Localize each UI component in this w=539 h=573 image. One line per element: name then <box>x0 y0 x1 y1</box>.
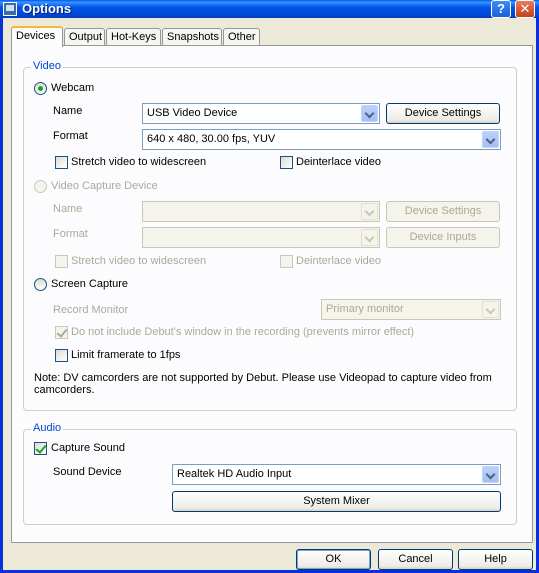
exclude-window-label: Do not include Debut's window in the rec… <box>71 326 415 338</box>
capture-device-radio[interactable] <box>34 180 47 193</box>
help-title-button[interactable]: ? <box>491 0 511 18</box>
chevron-down-icon <box>482 131 499 148</box>
webcam-label: Webcam <box>51 82 95 94</box>
exclude-window-checkbox[interactable] <box>55 326 68 339</box>
capture-device-inputs-button[interactable]: Device Inputs <box>386 227 500 248</box>
capture-stretch-checkbox[interactable] <box>55 255 68 268</box>
capture-sound-label: Capture Sound <box>51 442 125 454</box>
limit-framerate-checkbox[interactable] <box>55 349 68 362</box>
sound-device-label: Sound Device <box>53 466 122 478</box>
webcam-device-settings-button[interactable]: Device Settings <box>386 103 500 124</box>
audio-group: Audio Capture Sound Sound Device Realtek… <box>23 422 517 525</box>
capture-deinterlace-checkbox[interactable] <box>280 255 293 268</box>
capture-deinterlace-label: Deinterlace video <box>296 255 381 267</box>
audio-group-label: Audio <box>31 422 64 434</box>
screen-capture-label: Screen Capture <box>51 278 129 290</box>
sound-device-dropdown[interactable]: Realtek HD Audio Input <box>172 464 501 485</box>
ok-button[interactable]: OK <box>296 549 371 570</box>
webcam-stretch-label: Stretch video to widescreen <box>71 156 207 168</box>
record-monitor-label: Record Monitor <box>53 304 129 316</box>
webcam-deinterlace-label: Deinterlace video <box>296 156 381 168</box>
webcam-format-value: 640 x 480, 30.00 fps, YUV <box>147 133 276 145</box>
app-icon <box>3 2 17 16</box>
capture-device-label: Video Capture Device <box>51 180 158 192</box>
webcam-name-value: USB Video Device <box>147 107 238 119</box>
dv-camcorder-note: Note: DV camcorders are not supported by… <box>34 372 492 396</box>
tab-devices[interactable]: Devices <box>11 26 63 47</box>
capture-format-label: Format <box>53 228 88 240</box>
capture-name-dropdown[interactable] <box>142 201 380 222</box>
close-title-button[interactable]: ✕ <box>515 0 535 18</box>
cancel-button[interactable]: Cancel <box>378 549 453 570</box>
chevron-down-icon <box>482 466 499 483</box>
sound-device-value: Realtek HD Audio Input <box>177 468 292 480</box>
video-group: Video Webcam Name USB Video Device Devic… <box>23 60 517 411</box>
capture-device-settings-button[interactable]: Device Settings <box>386 201 500 222</box>
video-group-label: Video <box>31 60 63 72</box>
tab-snapshots[interactable]: Snapshots <box>162 28 222 46</box>
chevron-down-icon <box>361 105 378 122</box>
webcam-format-dropdown[interactable]: 640 x 480, 30.00 fps, YUV <box>142 129 501 150</box>
chevron-down-icon <box>361 229 378 246</box>
capture-name-label: Name <box>53 203 83 215</box>
help-button[interactable]: Help <box>458 549 533 570</box>
webcam-format-label: Format <box>53 130 88 142</box>
chevron-down-icon <box>482 301 499 318</box>
tab-hot-keys[interactable]: Hot-Keys <box>106 28 161 46</box>
webcam-name-dropdown[interactable]: USB Video Device <box>142 103 380 124</box>
chevron-down-icon <box>361 203 378 220</box>
record-monitor-value: Primary monitor <box>326 303 404 315</box>
options-window: Options ? ✕ Devices Output Hot-Keys Snap… <box>0 0 539 573</box>
system-mixer-button[interactable]: System Mixer <box>172 491 501 512</box>
tab-output[interactable]: Output <box>64 28 105 46</box>
webcam-radio[interactable] <box>34 82 47 95</box>
screen-capture-radio[interactable] <box>34 278 47 291</box>
capture-format-dropdown[interactable] <box>142 227 380 248</box>
capture-stretch-label: Stretch video to widescreen <box>71 255 207 267</box>
tab-other[interactable]: Other <box>223 28 260 46</box>
window-title: Options <box>22 1 72 16</box>
record-monitor-dropdown[interactable]: Primary monitor <box>321 299 501 320</box>
webcam-stretch-checkbox[interactable] <box>55 156 68 169</box>
webcam-deinterlace-checkbox[interactable] <box>280 156 293 169</box>
capture-sound-checkbox[interactable] <box>34 442 47 455</box>
devices-panel: Video Webcam Name USB Video Device Devic… <box>11 45 533 543</box>
title-bar[interactable]: Options ? ✕ <box>0 0 539 18</box>
webcam-name-label: Name <box>53 105 83 117</box>
limit-framerate-label: Limit framerate to 1fps <box>71 349 181 361</box>
